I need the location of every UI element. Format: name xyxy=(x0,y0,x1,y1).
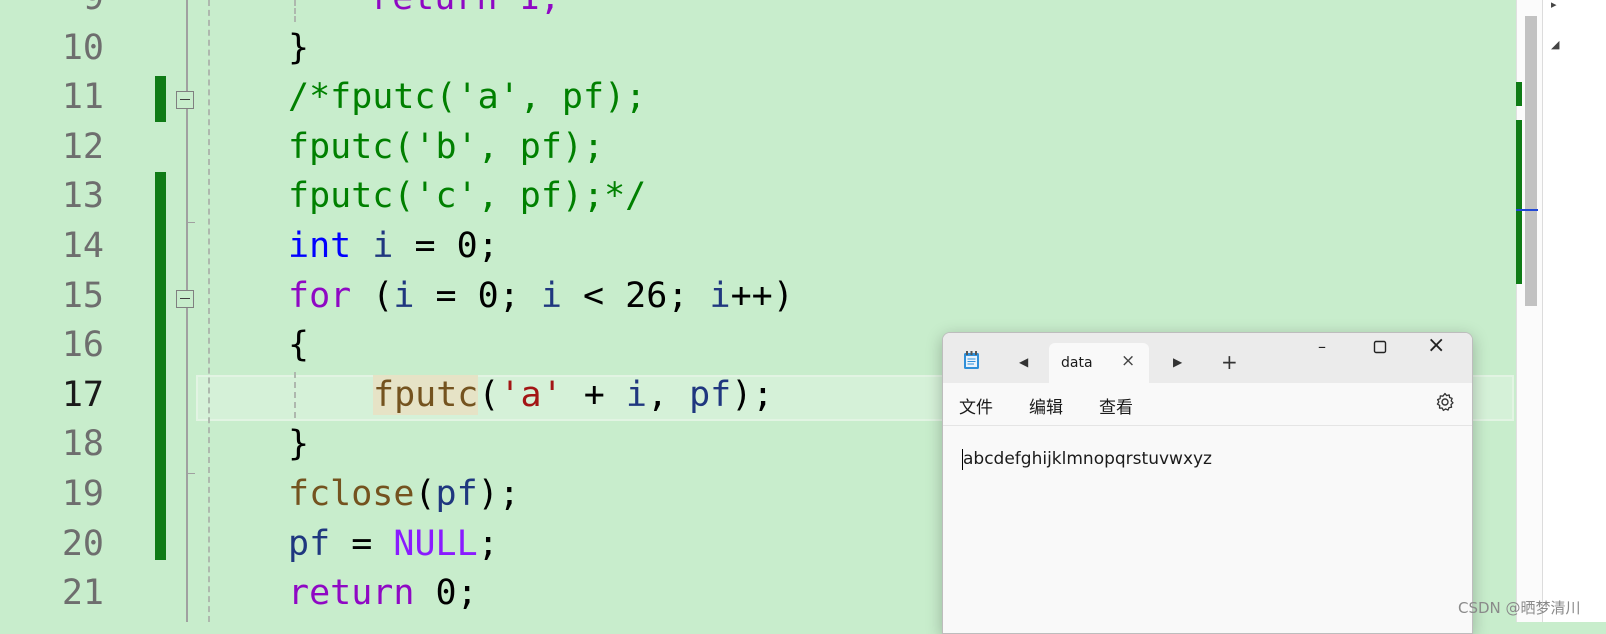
code-text: int i = 0; xyxy=(288,222,499,271)
code-token: int xyxy=(288,226,352,266)
close-tab-icon[interactable]: × xyxy=(1121,351,1135,371)
line-number: 17 xyxy=(61,374,104,415)
code-token: = 0; xyxy=(393,226,499,266)
line-number: 19 xyxy=(61,474,104,514)
minimize-icon[interactable]: – xyxy=(1318,337,1326,356)
tab-label: data xyxy=(1061,355,1093,371)
code-token: pf xyxy=(288,523,331,564)
tab-data[interactable]: data × xyxy=(1049,343,1149,383)
line-number: 14 xyxy=(61,226,104,266)
code-text: } xyxy=(288,24,309,73)
scrollbar-caret-marker xyxy=(1516,209,1538,211)
gear-icon[interactable] xyxy=(1435,392,1455,412)
code-text: { xyxy=(288,321,309,370)
code-token: i xyxy=(393,275,415,316)
scrollbar-thumb[interactable] xyxy=(1525,16,1537,306)
code-token: < 26; xyxy=(561,275,710,316)
code-token: ++) xyxy=(730,275,794,316)
code-token: pf xyxy=(435,474,478,514)
code-line[interactable]: 14 int i = 0; xyxy=(0,222,1516,271)
code-token: fputc('c', pf);*/ xyxy=(288,176,647,217)
code-line[interactable]: 13 fputc('c', pf);*/ xyxy=(0,172,1516,221)
menu-edit[interactable]: 编辑 xyxy=(1029,393,1063,418)
notepad-titlebar[interactable]: ◀ data × ▶ + – × xyxy=(943,333,1472,383)
code-token: fclose xyxy=(288,474,415,514)
code-line[interactable]: 15 for (i = 0; i < 26; i++) xyxy=(0,272,1516,321)
line-number: 12 xyxy=(61,126,104,167)
code-text: } xyxy=(288,420,309,469)
notepad-window[interactable]: ◀ data × ▶ + – × 文件 编辑 查看 abcdefghijklmn… xyxy=(942,332,1473,634)
code-token: NULL xyxy=(393,523,478,564)
nav-left-icon[interactable]: ◀ xyxy=(1019,355,1028,369)
code-token: ; xyxy=(477,523,499,564)
code-token: ( xyxy=(351,275,394,316)
line-number: 18 xyxy=(61,424,104,465)
code-token: + xyxy=(562,374,626,415)
code-line[interactable]: 12 fputc('b', pf); xyxy=(0,123,1516,172)
close-window-icon[interactable]: × xyxy=(1427,333,1445,358)
code-token: ); xyxy=(731,374,774,415)
code-token: i xyxy=(709,275,731,316)
notepad-icon xyxy=(964,351,979,369)
code-line[interactable]: 11 /*fputc('a', pf); xyxy=(0,73,1516,122)
line-number: 15 xyxy=(61,275,104,316)
scroll-up-arrow-icon[interactable]: ▸ xyxy=(1551,0,1557,11)
code-text: return 1; xyxy=(371,0,561,23)
code-token: ( xyxy=(478,374,500,415)
line-number: 11 xyxy=(61,77,104,118)
line-number: 9 xyxy=(0,0,104,23)
code-token: fputc('b', pf); xyxy=(288,126,605,167)
menu-view[interactable]: 查看 xyxy=(1099,393,1133,418)
code-token: return xyxy=(288,573,415,614)
code-token: i xyxy=(372,226,394,266)
nav-right-icon[interactable]: ▶ xyxy=(1173,355,1182,369)
code-token: , xyxy=(646,374,690,415)
notepad-menubar: 文件 编辑 查看 xyxy=(943,383,1472,426)
watermark: CSDN @晒梦清川 xyxy=(1458,599,1581,617)
scrollbar-change-marker xyxy=(1516,82,1522,106)
code-text: fputc('c', pf);*/ xyxy=(288,172,646,221)
code-token: for xyxy=(288,275,352,316)
line-number: 13 xyxy=(61,176,104,217)
notepad-text-area[interactable]: abcdefghijklmnopqrstuvwxyz xyxy=(963,449,1212,469)
menu-file[interactable]: 文件 xyxy=(959,393,993,418)
code-text: pf = NULL; xyxy=(288,520,499,569)
line-number: 16 xyxy=(61,325,104,366)
code-token: ); xyxy=(477,474,520,514)
maximize-icon[interactable] xyxy=(1373,339,1387,358)
code-text: /*fputc('a', pf); xyxy=(288,73,646,122)
code-token: } xyxy=(288,424,310,465)
line-number: 10 xyxy=(61,27,104,68)
code-token: { xyxy=(288,325,310,366)
code-token: i xyxy=(625,374,647,415)
code-token: = 0; xyxy=(414,275,541,316)
code-token: 'a' xyxy=(499,374,563,415)
line-number: 20 xyxy=(61,523,104,564)
code-token: = xyxy=(330,523,394,564)
code-text: fputc('b', pf); xyxy=(288,123,604,172)
code-line[interactable]: 10} xyxy=(0,24,1516,73)
line-number: 21 xyxy=(61,573,104,614)
new-tab-button[interactable]: + xyxy=(1221,350,1238,374)
code-text: return 0; xyxy=(288,569,478,618)
code-token: 0; xyxy=(414,573,478,614)
code-token: fputc xyxy=(373,374,479,415)
code-line[interactable]: 9 return 1; xyxy=(0,0,1516,23)
code-token: i xyxy=(540,275,562,316)
code-token: } xyxy=(288,27,310,68)
code-token: /*fputc('a', pf); xyxy=(288,77,647,118)
scrollbar-change-marker xyxy=(1516,120,1522,284)
code-token: pf xyxy=(689,374,732,415)
code-text: fputc('a' + i, pf); xyxy=(373,371,773,420)
right-panel: ▸ ◢ xyxy=(1542,0,1606,622)
code-token: return 1; xyxy=(371,0,561,18)
collapse-arrow-icon[interactable]: ◢ xyxy=(1551,38,1559,51)
code-token: ( xyxy=(414,474,436,514)
code-text: fclose(pf); xyxy=(288,470,520,519)
code-text: for (i = 0; i < 26; i++) xyxy=(288,272,794,321)
